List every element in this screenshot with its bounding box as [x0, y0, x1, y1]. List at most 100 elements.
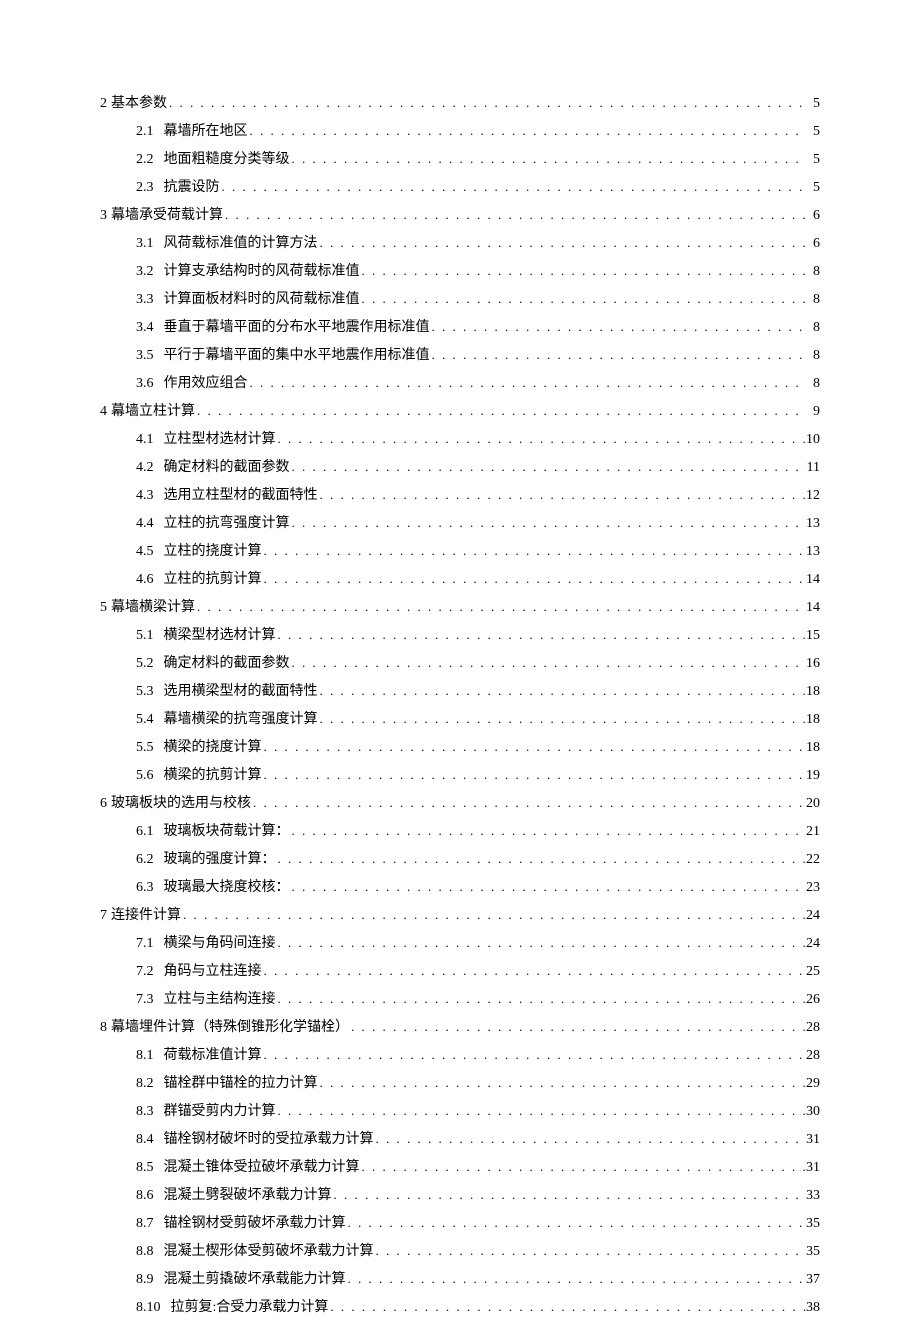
- toc-entry-number: 6.3: [136, 874, 154, 902]
- toc-entry-number: 8.1: [136, 1042, 154, 1070]
- toc-entry-title: 混凝土剪撬破坏承载能力计算: [164, 1266, 346, 1294]
- toc-entry-page: 35: [806, 1238, 820, 1266]
- toc-entry-title: 立柱的抗剪计算: [164, 566, 262, 594]
- toc-entry: 7.2角码与立柱连接25: [136, 958, 820, 986]
- toc-entry-number: 2.3: [136, 174, 154, 202]
- toc-entry-page: 33: [806, 1182, 820, 1210]
- toc-leader-dots: [167, 90, 806, 116]
- toc-entry: 3幕墙承受荷载计算6: [100, 202, 820, 230]
- toc-entry-page: 5: [806, 90, 820, 118]
- toc-entry: 6.1玻璃板块荷载计算：21: [136, 818, 820, 846]
- toc-entry-title: 计算支承结构时的风荷载标准值: [164, 258, 360, 286]
- toc-leader-dots: [290, 874, 807, 900]
- toc-leader-dots: [360, 286, 807, 312]
- toc-entry: 2.2地面粗糙度分类等级5: [136, 146, 820, 174]
- toc-leader-dots: [318, 230, 807, 256]
- toc-entry-title: 选用立柱型材的截面特性: [164, 482, 318, 510]
- toc-entry-page: 13: [806, 510, 820, 538]
- toc-entry-title: 玻璃板块的选用与校核: [111, 790, 251, 818]
- toc-entry: 3.6作用效应组合8: [136, 370, 820, 398]
- toc-entry: 5.2确定材料的截面参数16: [136, 650, 820, 678]
- toc-leader-dots: [276, 1098, 807, 1124]
- toc-entry-number: 8.4: [136, 1126, 154, 1154]
- toc-leader-dots: [251, 790, 806, 816]
- toc-entry-page: 30: [806, 1098, 820, 1126]
- toc-leader-dots: [262, 762, 807, 788]
- toc-entry-title: 垂直于幕墙平面的分布水平地震作用标准值: [164, 314, 430, 342]
- toc-entry: 4.5立柱的挠度计算13: [136, 538, 820, 566]
- toc-entry-number: 4.5: [136, 538, 154, 566]
- toc-leader-dots: [430, 314, 807, 340]
- toc-entry-page: 8: [806, 258, 820, 286]
- toc-entry-page: 38: [806, 1294, 820, 1322]
- toc-entry-title: 基本参数: [111, 90, 167, 118]
- toc-entry-page: 29: [806, 1070, 820, 1098]
- toc-leader-dots: [318, 678, 807, 704]
- toc-entry-page: 31: [806, 1154, 820, 1182]
- toc-entry-page: 8: [806, 342, 820, 370]
- toc-entry-title: 拉剪复:合受力承载力计算: [171, 1294, 329, 1322]
- toc-entry-title: 幕墙横梁的抗弯强度计算: [164, 706, 318, 734]
- toc-entry-number: 3.4: [136, 314, 154, 342]
- toc-leader-dots: [220, 174, 807, 200]
- toc-leader-dots: [195, 594, 806, 620]
- toc-leader-dots: [262, 1042, 807, 1068]
- toc-leader-dots: [290, 510, 807, 536]
- toc-entry-number: 6: [100, 790, 107, 818]
- toc-entry-number: 8.5: [136, 1154, 154, 1182]
- toc-leader-dots: [276, 930, 807, 956]
- toc-entry-page: 12: [806, 482, 820, 510]
- toc-entry-page: 5: [806, 118, 820, 146]
- toc-entry-title: 地面粗糙度分类等级: [164, 146, 290, 174]
- toc-entry-number: 7.2: [136, 958, 154, 986]
- toc-entry: 3.3 计算面板材料时的风荷载标准值 8: [136, 286, 820, 314]
- toc-entry-title: 玻璃最大挠度校核：: [164, 874, 290, 902]
- toc-entry-page: 8: [806, 370, 820, 398]
- toc-entry-number: 8.3: [136, 1098, 154, 1126]
- toc-entry: 3.5 平行于幕墙平面的集中水平地震作用标准值 8: [136, 342, 820, 370]
- toc-leader-dots: [262, 538, 807, 564]
- toc-entry: 5.4幕墙横梁的抗弯强度计算18: [136, 706, 820, 734]
- toc-entry-title: 确定材料的截面参数: [164, 650, 290, 678]
- toc-entry-number: 5.6: [136, 762, 154, 790]
- toc-entry-number: 8.9: [136, 1266, 154, 1294]
- toc-leader-dots: [346, 1266, 807, 1292]
- toc-leader-dots: [374, 1238, 807, 1264]
- toc-entry-number: 5.3: [136, 678, 154, 706]
- toc-entry-title: 计算面板材料时的风荷载标准值: [164, 286, 360, 314]
- toc-entry-title: 风荷载标准值的计算方法: [164, 230, 318, 258]
- toc-entry-number: 4.1: [136, 426, 154, 454]
- toc-entry-number: 8: [100, 1014, 107, 1042]
- toc-entry-title: 荷载标准值计算: [164, 1042, 262, 1070]
- toc-entry-page: 15: [806, 622, 820, 650]
- toc-entry: 8.6混凝土劈裂破坏承载力计算33: [136, 1182, 820, 1210]
- toc-entry-title: 幕墙所在地区: [164, 118, 248, 146]
- toc-entry: 7.1横梁与角码间连接24: [136, 930, 820, 958]
- toc-entry-page: 18: [806, 706, 820, 734]
- toc-entry-number: 4: [100, 398, 107, 426]
- toc-entry-number: 7.3: [136, 986, 154, 1014]
- toc-entry-title: 确定材料的截面参数: [164, 454, 290, 482]
- toc-entry-number: 3.3: [136, 286, 154, 314]
- toc-leader-dots: [248, 370, 807, 396]
- toc-entry-title: 玻璃的强度计算：: [164, 846, 276, 874]
- toc-entry-number: 3.5: [136, 342, 154, 370]
- toc-entry: 3.4垂直于幕墙平面的分布水平地震作用标准值8: [136, 314, 820, 342]
- toc-entry-page: 8: [806, 286, 820, 314]
- toc-entry-title: 平行于幕墙平面的集中水平地震作用标准值: [164, 342, 430, 370]
- toc-entry-page: 20: [806, 790, 820, 818]
- toc-entry-title: 选用横梁型材的截面特性: [164, 678, 318, 706]
- toc-leader-dots: [276, 622, 807, 648]
- toc-entry-number: 4.6: [136, 566, 154, 594]
- toc-entry: 8.5混凝土锥体受拉破坏承载力计算31: [136, 1154, 820, 1182]
- toc-entry: 2基本参数 5: [100, 90, 820, 118]
- toc-leader-dots: [318, 706, 807, 732]
- toc-entry: 8.1荷载标准值计算28: [136, 1042, 820, 1070]
- toc-leader-dots: [223, 202, 806, 228]
- toc-entry-number: 2: [100, 90, 107, 118]
- toc-leader-dots: [276, 846, 807, 872]
- toc-entry: 5.5横梁的挠度计算18: [136, 734, 820, 762]
- toc-entry-title: 锚栓钢材破坏时的受拉承载力计算: [164, 1126, 374, 1154]
- toc-entry-number: 2.1: [136, 118, 154, 146]
- toc-leader-dots: [332, 1182, 807, 1208]
